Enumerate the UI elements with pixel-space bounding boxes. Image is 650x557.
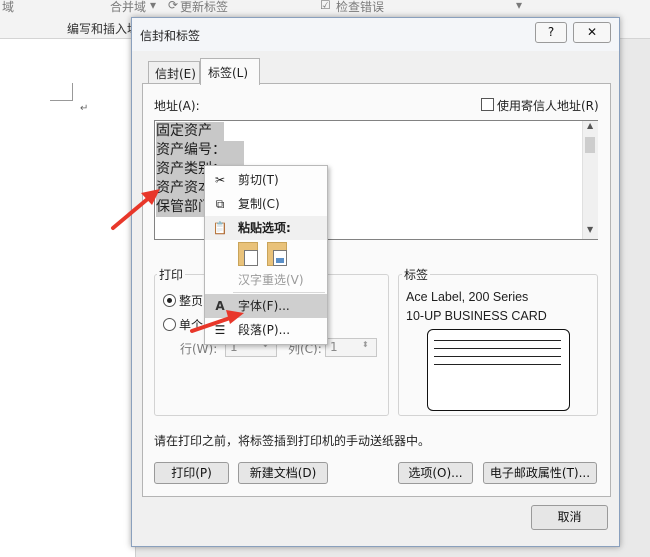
arrow-to-address — [111, 189, 160, 230]
arrow-to-font — [190, 310, 244, 333]
annotation-arrows — [111, 189, 244, 333]
tab-labels-label: 标签(L) — [208, 66, 249, 80]
tab-labels[interactable]: 标签(L) — [200, 58, 260, 85]
